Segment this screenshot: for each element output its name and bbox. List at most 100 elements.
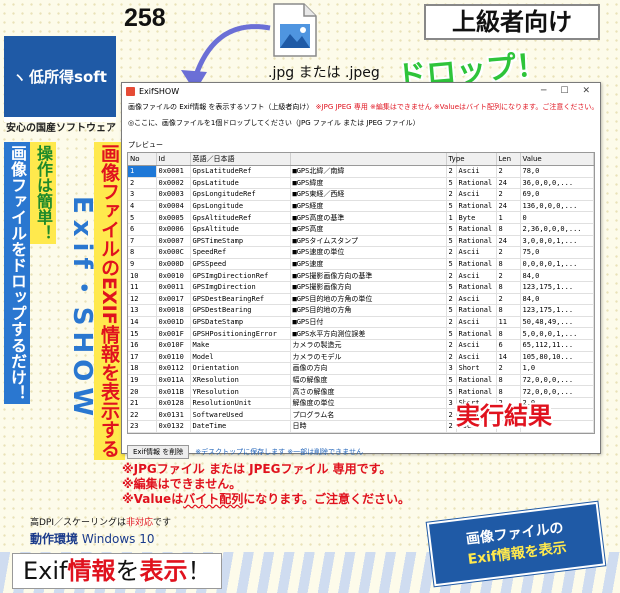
table-cell: 12 bbox=[128, 293, 157, 306]
table-cell: 0x0011 bbox=[156, 281, 191, 294]
table-row[interactable]: 18 0x0112 Orientation 画像の方向 3 Short 2 1,0 bbox=[128, 362, 594, 375]
table-cell: 22 bbox=[128, 408, 157, 422]
column-header[interactable] bbox=[290, 153, 447, 166]
brand-logo: ヽ 低所得soft bbox=[4, 36, 116, 122]
table-row[interactable]: 6 0x0006 GpsAltitude ■GPS高度 5 Rational 8 2,36,0… bbox=[128, 223, 594, 236]
preview-label: プレビュー bbox=[128, 141, 163, 149]
table-row[interactable]: 1 0x0001 GpsLatitudeRef ■GPS北緯／南緯 2 Ascii 2 78,… bbox=[128, 165, 594, 178]
table-cell: GpsAltitudeRef bbox=[190, 211, 291, 224]
table-cell: 72,0,0,0,... bbox=[520, 374, 594, 387]
table-cell: 2 bbox=[496, 269, 521, 282]
table-row[interactable]: 8 0x000C SpeedRef ■GPS速度の単位 2 Ascii 2 75,0 bbox=[128, 246, 594, 259]
title-bar[interactable]: ExifSHOW ─ ☐ ✕ bbox=[122, 83, 600, 99]
table-cell: 2,36,0,0,0,... bbox=[520, 223, 594, 236]
table-row[interactable]: 3 0x0003 GpsLongitudeRef ■GPS東経／西経 2 Ascii 2 69… bbox=[128, 188, 594, 201]
column-header[interactable]: No bbox=[128, 153, 157, 166]
column-header[interactable]: Id bbox=[156, 153, 191, 166]
logo-mark-icon: ヽ bbox=[13, 71, 27, 86]
table-cell: 8 bbox=[496, 258, 521, 271]
table-row[interactable]: 7 0x0007 GPSTimeStamp ■GPSタイムスタンプ 5 Rational 2… bbox=[128, 235, 594, 248]
table-cell: 0x0132 bbox=[156, 420, 191, 433]
table-cell: 0x0004 bbox=[156, 200, 191, 213]
info-warning: ※JPG JPEG 専用 ※編集はできません ※Valueはバイト配列になります… bbox=[315, 103, 599, 111]
table-cell: ■GPS目的地の方角の単位 bbox=[290, 293, 447, 306]
table-row[interactable]: 12 0x0017 GPSDestBearingRef ■GPS目的地の方角の単位 2 A… bbox=[128, 293, 594, 306]
exif-table[interactable]: No Id 英語／日本語 Type Len Value 1 0x0001 GpsLatitud… bbox=[127, 152, 595, 434]
close-icon[interactable]: ✕ bbox=[582, 86, 590, 96]
table-cell: 123,175,1... bbox=[520, 304, 594, 317]
environment: 動作環境 Windows 10 bbox=[30, 532, 155, 546]
table-cell: 日時 bbox=[290, 420, 447, 433]
table-row[interactable]: 15 0x001F GPSHPositioningError ■GPS水平方向測位誤差… bbox=[128, 327, 594, 340]
table-cell: 0x0006 bbox=[156, 223, 191, 236]
table-cell: 2 bbox=[446, 293, 457, 306]
table-cell: Rational bbox=[456, 258, 497, 271]
table-row[interactable]: 4 0x0004 GpsLongitude ■GPS経度 5 Rational 24 136,… bbox=[128, 200, 594, 213]
table-cell: 20 bbox=[128, 385, 157, 398]
delete-exif-button[interactable]: Exif情報 を削除 bbox=[127, 445, 190, 459]
note-no-edit: ※編集はできません。 bbox=[122, 477, 242, 491]
table-cell: 78,0 bbox=[520, 165, 594, 178]
table-cell: 19 bbox=[128, 374, 157, 387]
table-cell: 65,112,11... bbox=[520, 339, 594, 352]
table-cell: 2 bbox=[446, 351, 457, 364]
table-cell: 0x001F bbox=[156, 327, 191, 340]
table-cell: 0x0128 bbox=[156, 397, 191, 410]
table-row[interactable]: 11 0x0011 GPSImgDirection ■GPS撮影画像方向 5 Ration… bbox=[128, 281, 594, 294]
table-cell: 0x0007 bbox=[156, 235, 191, 248]
table-cell: 5 bbox=[446, 200, 457, 213]
table-cell: 0x011A bbox=[156, 374, 191, 387]
table-cell: 8 bbox=[128, 246, 157, 259]
table-cell: ■GPS目的地の方角 bbox=[290, 304, 447, 317]
table-cell: Ascii bbox=[456, 293, 497, 306]
minimize-icon[interactable]: ─ bbox=[541, 86, 546, 96]
table-cell: Rational bbox=[456, 304, 497, 317]
table-row[interactable]: 19 0x011A XResolution 幅の解像度 5 Rational 8 72,0,0… bbox=[128, 374, 594, 387]
table-row[interactable]: 10 0x0010 GPSImgDirectionRef ■GPS撮影画像方向の基準 2… bbox=[128, 269, 594, 282]
table-row[interactable]: 14 0x001D GPSDateStamp ■GPS日付 2 Ascii 11 50,48,… bbox=[128, 316, 594, 329]
table-cell: 8 bbox=[496, 281, 521, 294]
table-cell: 0x0131 bbox=[156, 408, 191, 422]
table-cell: 105,80,10... bbox=[520, 351, 594, 364]
table-cell: 21 bbox=[128, 397, 157, 410]
table-cell: 8 bbox=[496, 304, 521, 317]
table-cell: 50,48,49,... bbox=[520, 316, 594, 329]
maximize-icon[interactable]: ☐ bbox=[560, 86, 568, 96]
table-cell: Rational bbox=[456, 327, 497, 340]
table-row[interactable]: 2 0x0002 GpsLatitude ■GPS緯度 5 Rational 24 36,0,… bbox=[128, 177, 594, 190]
column-header[interactable]: Value bbox=[520, 153, 594, 166]
column-header[interactable]: Type bbox=[446, 153, 465, 166]
table-cell: 16 bbox=[128, 339, 157, 352]
table-cell: 2 bbox=[496, 362, 521, 375]
table-cell: 5 bbox=[446, 258, 457, 271]
table-cell: GPSTimeStamp bbox=[190, 235, 291, 248]
table-cell: 5 bbox=[446, 327, 457, 340]
table-cell: Ascii bbox=[456, 246, 497, 259]
table-row[interactable]: 13 0x0018 GPSDestBearing ■GPS目的地の方角 5 Rationa… bbox=[128, 304, 594, 317]
table-cell: 1 bbox=[446, 211, 457, 224]
column-header[interactable]: 英語／日本語 bbox=[190, 153, 291, 166]
column-header[interactable]: Len bbox=[496, 153, 521, 166]
table-cell: ■GPS速度 bbox=[290, 258, 447, 271]
table-cell: 123,175,1... bbox=[520, 281, 594, 294]
table-cell: 84,0 bbox=[520, 293, 594, 306]
table-cell: 2 bbox=[496, 293, 521, 306]
table-cell: Byte bbox=[456, 211, 497, 224]
table-row[interactable]: 16 0x010F Make カメラの製造元 2 Ascii 6 65,112,11... bbox=[128, 339, 594, 352]
table-cell: GPSHPositioningError bbox=[190, 327, 291, 340]
hdpi-note: 高DPI／スケーリングは非対応です bbox=[30, 518, 172, 528]
table-cell: 5 bbox=[446, 304, 457, 317]
table-cell: DateTime bbox=[190, 420, 291, 433]
table-row[interactable]: 17 0x0110 Model カメラのモデル 2 Ascii 14 105,80,10... bbox=[128, 351, 594, 364]
level-badge: 上級者向け bbox=[424, 4, 600, 40]
table-cell: カメラの製造元 bbox=[290, 339, 447, 352]
table-row[interactable]: 9 0x000D GPSSpeed ■GPS速度 5 Rational 8 0,0,0,0,1… bbox=[128, 258, 594, 271]
table-row[interactable]: 5 0x0005 GpsAltitudeRef ■GPS高度の基準 1 Byte 1 0 bbox=[128, 211, 594, 224]
table-cell: 4 bbox=[128, 200, 157, 213]
table-cell: 2 bbox=[446, 420, 457, 433]
table-cell: 5 bbox=[446, 177, 457, 190]
table-cell: 5 bbox=[128, 211, 157, 224]
table-cell: ■GPS高度 bbox=[290, 223, 447, 236]
brand-logo-text: 低所得soft bbox=[29, 68, 107, 86]
table-cell: 17 bbox=[128, 351, 157, 364]
